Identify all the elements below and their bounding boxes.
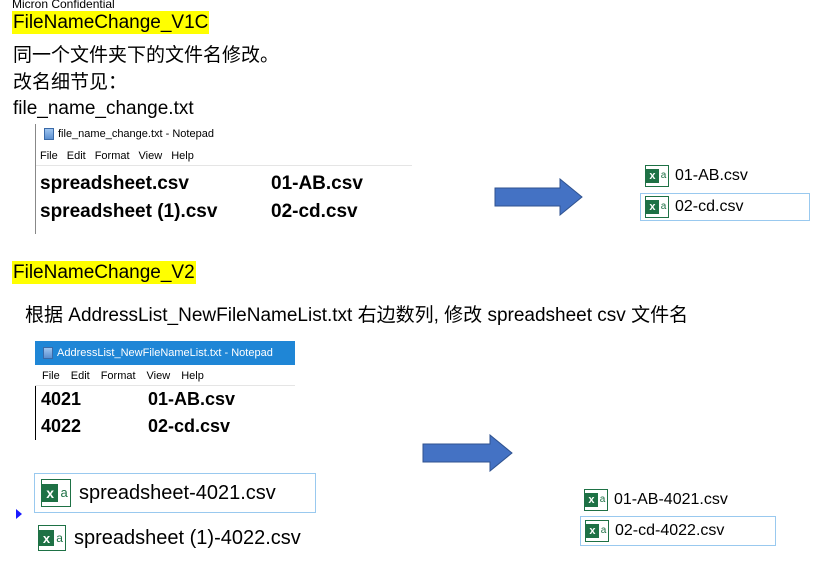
v1-result-name-2: 02-cd.csv	[675, 198, 744, 215]
excel-file-icon: xa	[38, 525, 66, 551]
notepad-icon	[44, 128, 54, 140]
excel-file-icon: xa	[645, 165, 669, 187]
menu-format[interactable]: Format	[101, 367, 136, 385]
v1-notepad-window: file_name_change.txt - Notepad File Edit…	[35, 124, 412, 234]
v1-notepad-menubar: File Edit Format View Help	[36, 147, 412, 166]
v1-notepad-title: file_name_change.txt - Notepad	[58, 128, 214, 140]
excel-file-icon: xa	[585, 520, 609, 542]
v1-desc-line3: file_name_change.txt	[13, 98, 194, 119]
v2-row2-right: 02-cd.csv	[148, 416, 231, 436]
v1-notepad-body[interactable]: spreadsheet.csv 01-AB.csv spreadsheet (1…	[36, 166, 412, 226]
v1-result-file-2[interactable]: xa 02-cd.csv	[640, 193, 810, 221]
menu-edit[interactable]: Edit	[67, 147, 86, 165]
v2-source-name-2: spreadsheet (1)-4022.csv	[74, 526, 301, 549]
v2-source-file-2[interactable]: xa spreadsheet (1)-4022.csv	[38, 522, 301, 554]
v2-notepad-row: 4022 02-cd.csv	[41, 413, 295, 440]
v1-row1-right: 01-AB.csv	[271, 173, 363, 194]
right-arrow-icon	[422, 434, 513, 472]
v1-desc-line2: 改名细节见：	[13, 72, 128, 93]
v2-notepad-body[interactable]: 4021 01-AB.csv 4022 02-cd.csv	[35, 386, 295, 440]
v2-result-file-1[interactable]: xa 01-AB-4021.csv	[584, 487, 728, 513]
menu-help[interactable]: Help	[181, 367, 204, 385]
v2-result-name-2: 02-cd-4022.csv	[615, 522, 725, 539]
v2-result-file-2[interactable]: xa 02-cd-4022.csv	[580, 516, 776, 546]
v1-title: FileNameChange_V1C	[12, 11, 210, 34]
v1-row2-right: 02-cd.csv	[271, 201, 358, 222]
v2-row2-left: 4022	[41, 416, 82, 436]
v2-desc: 根据 AddressList_NewFileNameList.txt 右边数列,…	[25, 305, 689, 326]
confidential-label: Micron Confidential	[12, 0, 115, 11]
menu-help[interactable]: Help	[171, 147, 194, 165]
v2-row1-left: 4021	[41, 389, 82, 409]
excel-file-icon: xa	[645, 196, 669, 218]
v1-notepad-row: spreadsheet (1).csv 02-cd.csv	[40, 198, 412, 226]
v2-row1-right: 01-AB.csv	[148, 389, 236, 409]
v2-notepad-menubar: File Edit Format View Help	[35, 367, 295, 386]
menu-file[interactable]: File	[40, 147, 58, 165]
v2-title: FileNameChange_V2	[12, 261, 196, 284]
right-arrow-icon	[494, 178, 583, 216]
selection-caret-icon	[16, 509, 22, 519]
v1-result-file-1[interactable]: xa 01-AB.csv	[645, 163, 748, 189]
menu-view[interactable]: View	[147, 367, 171, 385]
notepad-icon	[43, 347, 53, 359]
menu-file[interactable]: File	[42, 367, 60, 385]
v1-notepad-row: spreadsheet.csv 01-AB.csv	[40, 170, 412, 198]
v1-row1-left: spreadsheet.csv	[40, 173, 189, 194]
menu-edit[interactable]: Edit	[71, 367, 90, 385]
v1-notepad-titlebar: file_name_change.txt - Notepad	[36, 126, 412, 142]
menu-format[interactable]: Format	[95, 147, 130, 165]
v2-notepad-title: AddressList_NewFileNameList.txt - Notepa…	[57, 347, 273, 359]
v1-result-name-1: 01-AB.csv	[675, 167, 748, 184]
v2-source-file-1[interactable]: xa spreadsheet-4021.csv	[34, 473, 316, 513]
v2-notepad-row: 4021 01-AB.csv	[41, 386, 295, 413]
excel-file-icon: xa	[41, 479, 71, 507]
v2-result-name-1: 01-AB-4021.csv	[614, 491, 728, 508]
v2-source-name-1: spreadsheet-4021.csv	[79, 481, 276, 504]
excel-file-icon: xa	[584, 489, 608, 511]
menu-view[interactable]: View	[139, 147, 163, 165]
v1-desc-line1: 同一个文件夹下的文件名修改。	[13, 45, 280, 66]
v2-notepad-window: AddressList_NewFileNameList.txt - Notepa…	[35, 341, 295, 443]
v2-notepad-titlebar: AddressList_NewFileNameList.txt - Notepa…	[35, 341, 295, 365]
v1-row2-left: spreadsheet (1).csv	[40, 201, 218, 222]
